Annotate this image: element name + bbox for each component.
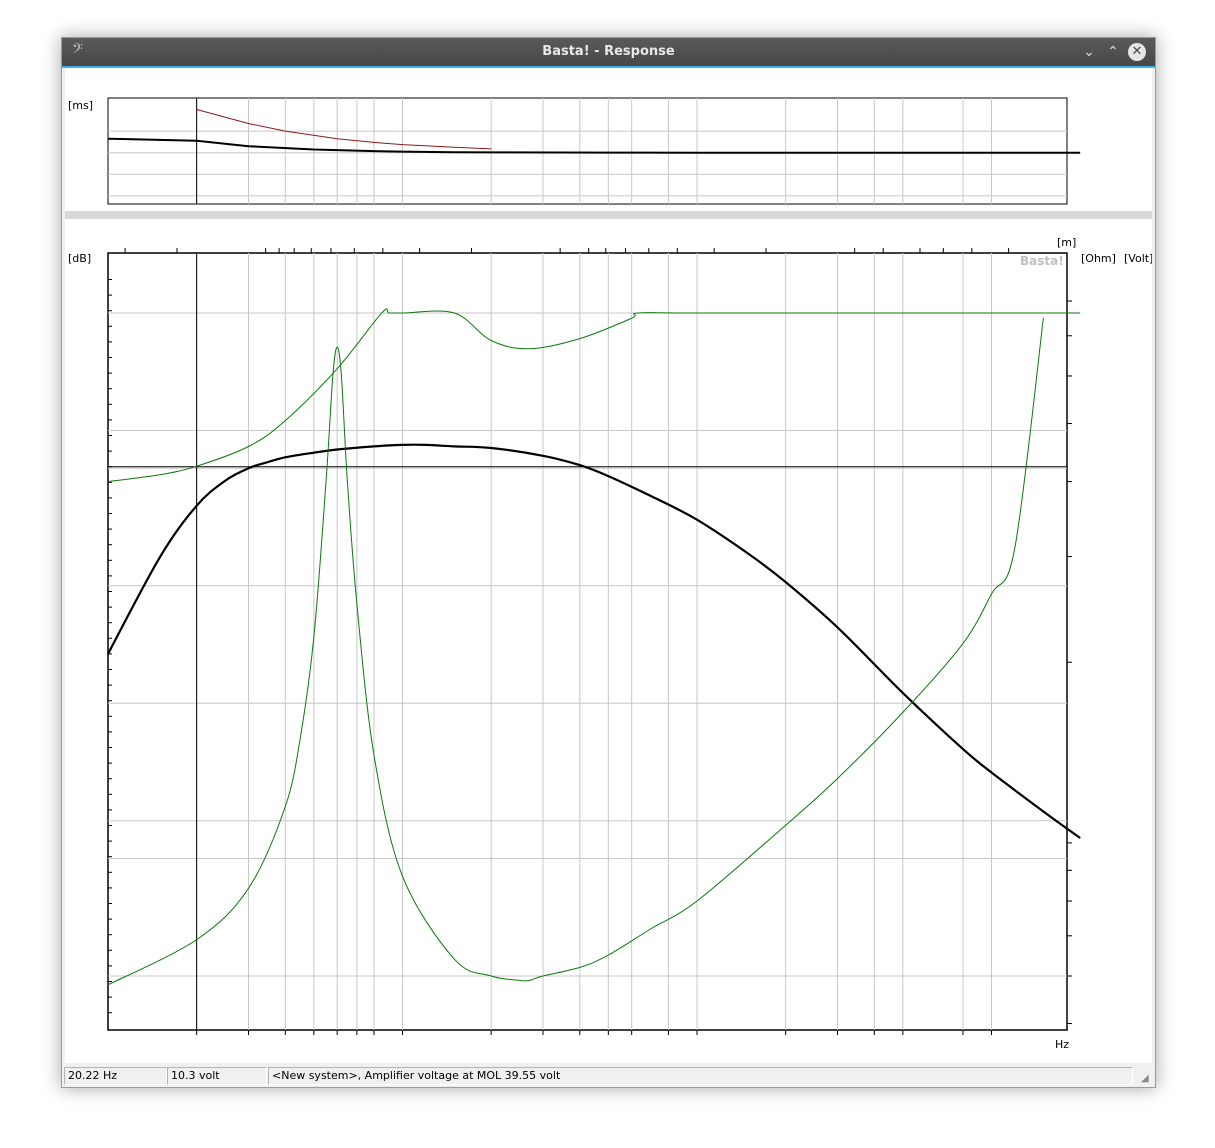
status-voltage: 10.3 volt xyxy=(167,1067,267,1085)
chart-area: [ms] [dB] [Ohm] [Volt] [m] Hz Basta! xyxy=(65,68,1153,1063)
app-window: 𝄢 Basta! - Response ⌄ ⌃ ✕ [ms] [dB] [Ohm… xyxy=(61,37,1156,1088)
response-plot-frame xyxy=(107,252,1068,1031)
status-bar: 20.22 Hz 10.3 volt <New system>, Amplifi… xyxy=(62,1065,1155,1087)
delay-plot-frame xyxy=(107,97,1068,205)
title-bar[interactable]: 𝄢 Basta! - Response ⌄ ⌃ ✕ xyxy=(62,38,1155,68)
db-axis-label: [dB] xyxy=(68,252,91,265)
status-frequency: 20.22 Hz xyxy=(64,1067,167,1085)
ohm-axis-label: [Ohm] xyxy=(1081,252,1116,265)
close-button[interactable]: ✕ xyxy=(1128,43,1146,61)
basta-watermark: Basta! xyxy=(1020,254,1064,268)
minimize-button[interactable]: ⌄ xyxy=(1080,43,1098,61)
maximize-button[interactable]: ⌃ xyxy=(1104,43,1122,61)
hz-unit-label: Hz xyxy=(1055,1038,1069,1051)
window-title: Basta! - Response xyxy=(542,44,675,59)
status-message: <New system>, Amplifier voltage at MOL 3… xyxy=(268,1067,1133,1085)
response-charts[interactable]: [ms] [dB] [Ohm] [Volt] [m] Hz Basta! xyxy=(65,68,1153,1063)
panel-splitter[interactable] xyxy=(65,211,1152,219)
resize-grip-icon[interactable]: ◢ xyxy=(1141,1073,1153,1085)
volt-axis-label: [Volt] xyxy=(1124,252,1152,265)
wavelength-unit-label: [m] xyxy=(1057,236,1076,249)
delay-ylabel: [ms] xyxy=(68,99,93,112)
